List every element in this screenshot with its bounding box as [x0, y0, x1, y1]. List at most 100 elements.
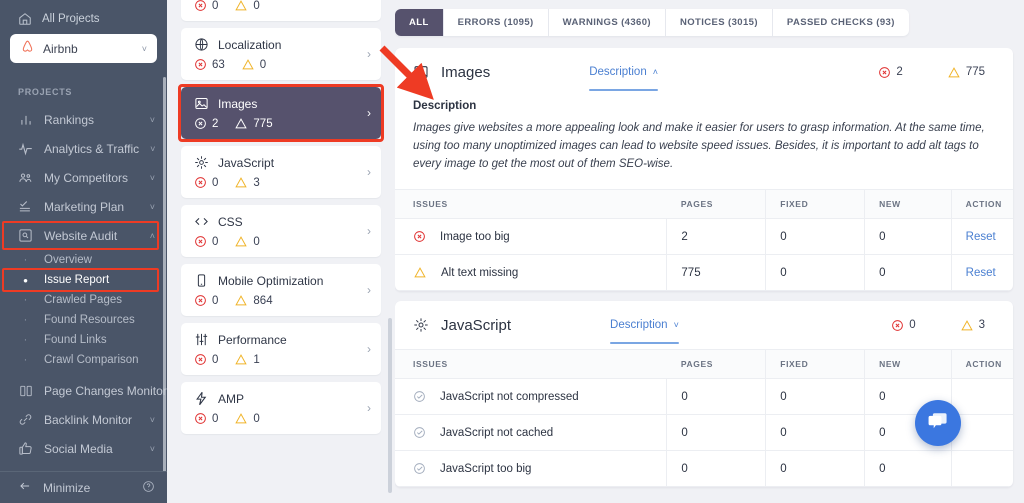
code-icon: [194, 214, 209, 229]
sidebar-item-website-audit[interactable]: Website Audit ˄: [0, 221, 167, 250]
warning-icon: [234, 117, 248, 130]
chevron-down-icon: ˅: [150, 415, 155, 425]
bullet-icon: ·: [18, 355, 33, 366]
warning-count-value: 864: [253, 295, 272, 307]
category-card-images[interactable]: Images 2 775 ›: [181, 87, 381, 139]
chevron-down-icon: ˅: [142, 44, 147, 54]
tab-passed-checks[interactable]: PASSED CHECKS (93): [773, 9, 909, 36]
sidebar-subitem-overview[interactable]: · Overview: [0, 250, 167, 270]
table-row[interactable]: Image too big 2 0 0 Reset: [395, 219, 1013, 255]
warning-icon: [234, 176, 248, 189]
sidebar-section-title: PROJECTS: [0, 79, 167, 105]
bolt-icon: [194, 391, 209, 406]
warning-icon: [234, 0, 248, 12]
sidebar-item-label: My Competitors: [44, 171, 139, 185]
error-count-value: 0: [212, 354, 218, 366]
category-card-mobile-optimization[interactable]: Mobile Optimization 0 864 ›: [181, 264, 381, 316]
sidebar-item-page-changes-monitor[interactable]: Page Changes Monitor: [0, 376, 167, 405]
chevron-down-icon: ˅: [150, 115, 155, 125]
warning-icon: [241, 58, 255, 71]
category-name: Images: [218, 97, 257, 111]
chevron-down-icon: ˅: [150, 202, 155, 212]
warning-count-value: 775: [966, 66, 985, 78]
reset-link[interactable]: Reset: [966, 231, 996, 243]
table-row[interactable]: JavaScript too big 0 0 0: [395, 451, 1013, 487]
tab-notices[interactable]: NOTICES (3015): [666, 9, 773, 36]
warning-count: 0: [234, 0, 259, 12]
description-toggle[interactable]: Description ˅: [610, 301, 679, 349]
error-icon: [194, 176, 207, 189]
category-list-scrollbar[interactable]: [388, 318, 392, 493]
sidebar-item-marketing-plan[interactable]: Marketing Plan ˅: [0, 192, 167, 221]
card-counts: 2 775: [878, 66, 995, 79]
sidebar-scrollbar[interactable]: [163, 77, 166, 471]
sidebar-subitem-label: Found Links: [44, 334, 107, 346]
error-count-value: 0: [909, 319, 915, 331]
col-issues: ISSUES: [395, 190, 667, 219]
sidebar-minimize-button[interactable]: Minimize: [0, 471, 167, 503]
bullet-icon: ·: [18, 255, 33, 266]
bullet-icon: ·: [18, 315, 33, 326]
warning-count: 775: [234, 117, 272, 130]
chevron-right-icon: ›: [367, 343, 371, 355]
sidebar-subitem-found-resources[interactable]: · Found Resources: [0, 310, 167, 330]
sidebar-item-rankings[interactable]: Rankings ˅: [0, 105, 167, 134]
cell-fixed: 0: [766, 379, 865, 415]
home-icon: [18, 12, 32, 26]
error-count: 0: [194, 235, 218, 248]
warning-count-value: 0: [253, 0, 259, 12]
sidebar-item-social-media[interactable]: Social Media ˅: [0, 434, 167, 463]
js-icon: [194, 155, 209, 170]
sidebar-subitem-crawled-pages[interactable]: · Crawled Pages: [0, 290, 167, 310]
description-toggle[interactable]: Description ˄: [589, 48, 658, 96]
sidebar-item-my-competitors[interactable]: My Competitors ˅: [0, 163, 167, 192]
sidebar-item-analytics-traffic[interactable]: Analytics & Traffic ˅: [0, 134, 167, 163]
error-count: 63: [194, 58, 225, 71]
sidebar-all-projects[interactable]: All Projects: [10, 8, 157, 34]
tab-errors[interactable]: ERRORS (1095): [444, 9, 549, 36]
category-card-amp[interactable]: AMP 0 0 ›: [181, 382, 381, 434]
help-circle-icon[interactable]: [142, 480, 155, 496]
sidebar-item-backlink-monitor[interactable]: Backlink Monitor ˅: [0, 405, 167, 434]
warning-count: 864: [234, 294, 272, 307]
cell-new: 0: [865, 219, 952, 255]
warning-count: 3: [960, 319, 985, 332]
sidebar-all-projects-label: All Projects: [42, 13, 100, 25]
warning-count-value: 0: [253, 236, 259, 248]
table-header-row: ISSUES PAGES FIXED NEW ACTION: [395, 350, 1013, 379]
warning-icon: [960, 319, 974, 332]
card-header: Images Description ˄ 2 775: [395, 48, 1013, 96]
app-root: All Projects Airbnb ˅ PROJECTS: [0, 0, 1024, 503]
category-card-localization[interactable]: Localization 63 0 ›: [181, 28, 381, 80]
cell-issue: JavaScript not cached: [395, 415, 667, 451]
report-card-images: Images Description ˄ 2 775: [395, 48, 1013, 291]
warning-count-value: 3: [979, 319, 985, 331]
sidebar-subitem-crawl-comparison[interactable]: · Crawl Comparison: [0, 350, 167, 370]
cell-action: Reset: [951, 255, 1013, 291]
reset-link[interactable]: Reset: [966, 267, 996, 279]
col-new: NEW: [865, 190, 952, 219]
cell-pages: 0: [667, 415, 766, 451]
table-row[interactable]: Alt text missing 775 0 0 Reset: [395, 255, 1013, 291]
chat-widget-button[interactable]: [915, 400, 961, 446]
col-issues: ISSUES: [395, 350, 667, 379]
error-icon: [413, 230, 426, 243]
chevron-down-icon: ˅: [150, 444, 155, 454]
active-underline: [610, 342, 679, 344]
sidebar-subitem-found-links[interactable]: · Found Links: [0, 330, 167, 350]
bullet-icon: ·: [18, 295, 33, 306]
cell-fixed: 0: [766, 451, 865, 487]
tab-warnings[interactable]: WARNINGS (4360): [549, 9, 666, 36]
checklist-icon: [18, 199, 33, 214]
warning-count: 3: [234, 176, 259, 189]
category-card-css[interactable]: CSS 0 0 ›: [181, 205, 381, 257]
sidebar-subitem-issue-report[interactable]: • Issue Report: [0, 270, 167, 290]
category-card-javascript[interactable]: JavaScript 0 3 ›: [181, 146, 381, 198]
col-new: NEW: [865, 350, 952, 379]
error-count-value: 0: [212, 177, 218, 189]
tab-all[interactable]: ALL: [395, 9, 444, 36]
category-card-partial[interactable]: . 0 0: [181, 0, 381, 21]
category-card-performance[interactable]: Performance 0 1 ›: [181, 323, 381, 375]
sidebar-item-label: Social Media: [44, 442, 139, 456]
project-selector[interactable]: Airbnb ˅: [10, 34, 157, 63]
